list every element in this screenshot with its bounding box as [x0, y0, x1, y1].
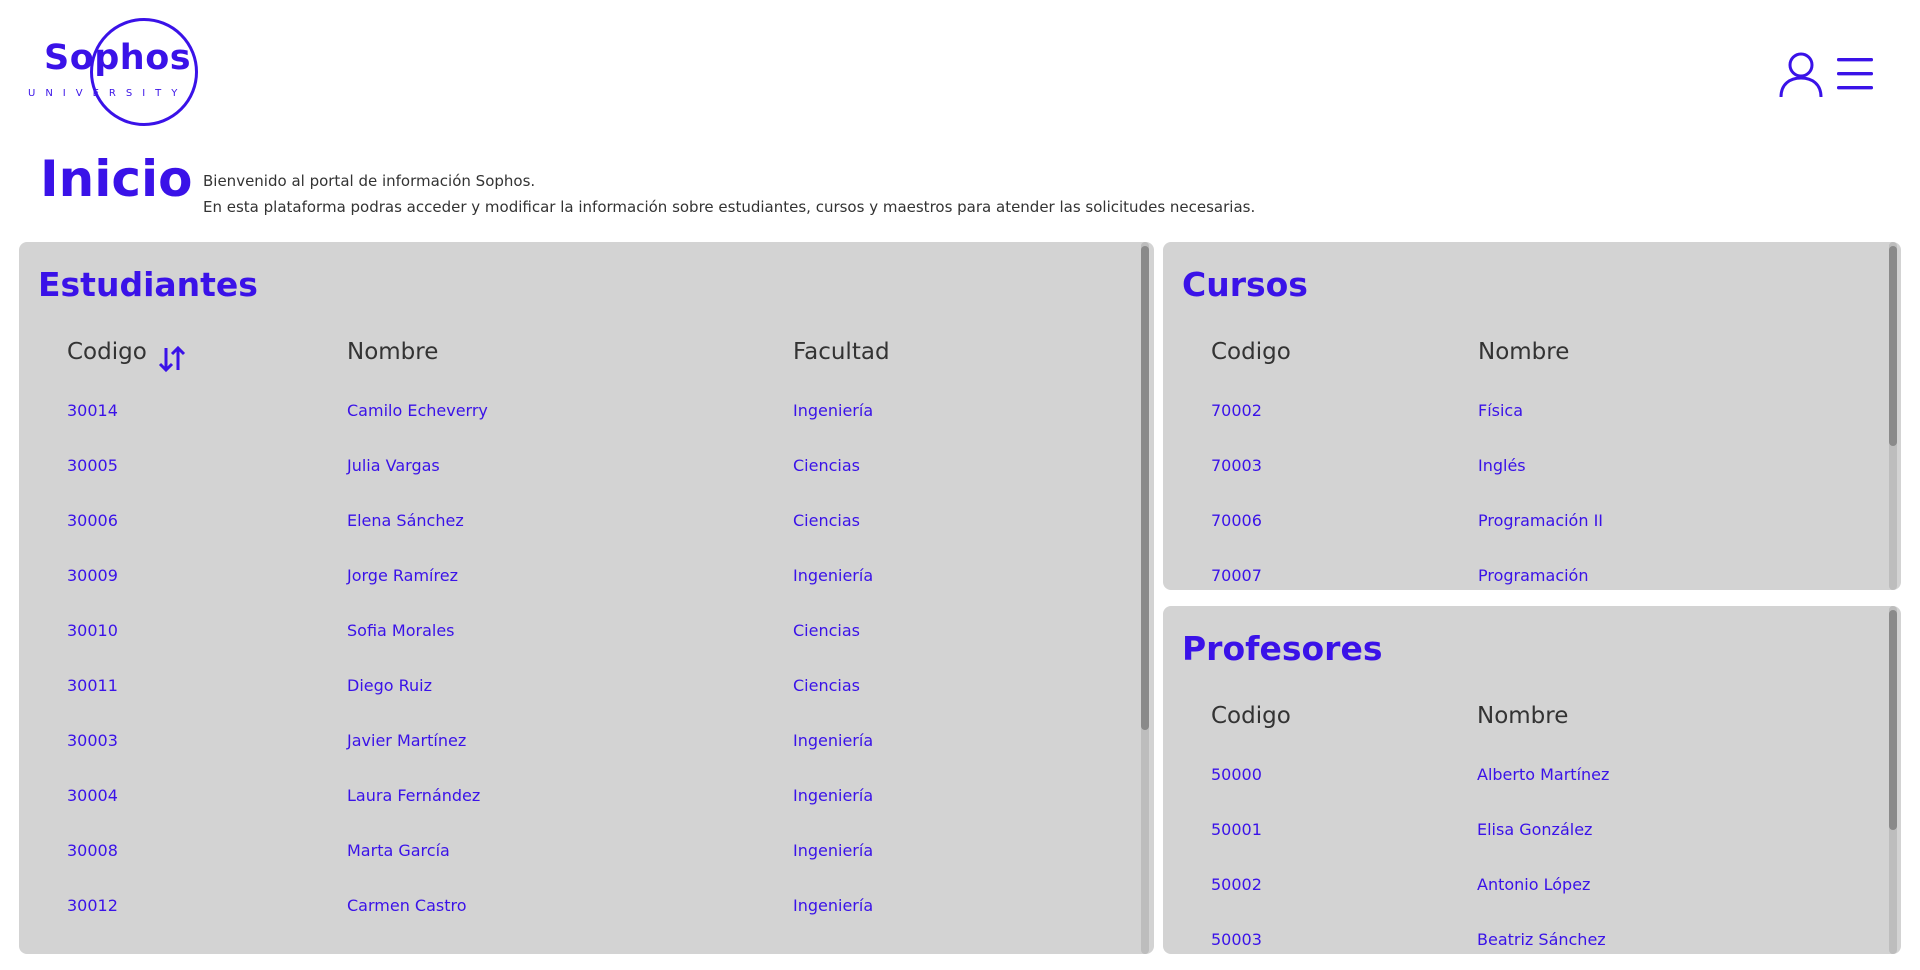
sort-arrows-icon[interactable] [158, 342, 186, 376]
teachers-cell-nombre[interactable]: Beatriz Sánchez [1477, 930, 1606, 949]
students-cell-codigo[interactable]: 30011 [67, 676, 118, 695]
students-cell-facultad[interactable]: Ingeniería [793, 896, 873, 915]
teachers-title: Profesores [1182, 629, 1383, 668]
teachers-cell-codigo[interactable]: 50001 [1211, 820, 1262, 839]
page-title: Inicio [40, 150, 193, 208]
courses-scrollbar-thumb[interactable] [1889, 246, 1897, 446]
user-icon[interactable] [1777, 50, 1825, 98]
students-header-nombre: Nombre [347, 339, 439, 365]
students-cell-codigo[interactable]: 30010 [67, 621, 118, 640]
courses-cell-nombre[interactable]: Programación [1478, 566, 1588, 585]
courses-panel: Cursos Codigo Nombre 70002 Física 70003 Ing… [1163, 242, 1901, 590]
students-panel: Estudiantes Codigo Nombre Facultad 30014… [19, 242, 1154, 954]
students-cell-codigo[interactable]: 30005 [67, 456, 118, 475]
students-cell-nombre[interactable]: Diego Ruiz [347, 676, 432, 695]
teachers-cell-codigo[interactable]: 50000 [1211, 765, 1262, 784]
students-cell-facultad[interactable]: Ingeniería [793, 786, 873, 805]
teachers-cell-nombre[interactable]: Alberto Martínez [1477, 765, 1609, 784]
students-cell-nombre[interactable]: Sofia Morales [347, 621, 455, 640]
students-cell-codigo[interactable]: 30006 [67, 511, 118, 530]
welcome-line-2: En esta plataforma podras acceder y modi… [203, 198, 1256, 216]
students-cell-facultad[interactable]: Ciencias [793, 456, 860, 475]
students-cell-codigo[interactable]: 30004 [67, 786, 118, 805]
students-cell-nombre[interactable]: Javier Martínez [347, 731, 466, 750]
teachers-cell-codigo[interactable]: 50003 [1211, 930, 1262, 949]
teachers-header-codigo: Codigo [1211, 703, 1291, 729]
teachers-scrollbar[interactable] [1889, 606, 1897, 954]
students-header-facultad: Facultad [793, 339, 890, 365]
students-cell-nombre[interactable]: Carmen Castro [347, 896, 467, 915]
students-cell-facultad[interactable]: Ciencias [793, 511, 860, 530]
students-scrollbar[interactable] [1141, 242, 1149, 954]
students-cell-codigo[interactable]: 30003 [67, 731, 118, 750]
logo-wordmark: Sophos [44, 38, 192, 78]
courses-title: Cursos [1182, 265, 1308, 304]
courses-scrollbar[interactable] [1889, 242, 1897, 590]
hamburger-menu-icon[interactable] [1836, 56, 1874, 92]
students-cell-facultad[interactable]: Ingeniería [793, 566, 873, 585]
students-cell-codigo[interactable]: 30014 [67, 401, 118, 420]
students-cell-facultad[interactable]: Ciencias [793, 676, 860, 695]
courses-cell-codigo[interactable]: 70003 [1211, 456, 1262, 475]
students-cell-facultad[interactable]: Ingeniería [793, 841, 873, 860]
welcome-text: Bienvenido al portal de información Soph… [203, 168, 1255, 220]
students-cell-nombre[interactable]: Laura Fernández [347, 786, 480, 805]
teachers-panel: Profesores Codigo Nombre 50000 Alberto Ma… [1163, 606, 1901, 954]
courses-header-nombre: Nombre [1478, 339, 1570, 365]
courses-cell-codigo[interactable]: 70007 [1211, 566, 1262, 585]
students-cell-facultad[interactable]: Ingeniería [793, 401, 873, 420]
courses-cell-nombre[interactable]: Física [1478, 401, 1523, 420]
teachers-cell-codigo[interactable]: 50002 [1211, 875, 1262, 894]
students-cell-nombre[interactable]: Elena Sánchez [347, 511, 464, 530]
courses-header-codigo: Codigo [1211, 339, 1291, 365]
students-cell-codigo[interactable]: 30009 [67, 566, 118, 585]
students-cell-nombre[interactable]: Jorge Ramírez [347, 566, 458, 585]
logo-subtitle: UNIVERSITY [28, 88, 188, 99]
students-cell-nombre[interactable]: Camilo Echeverry [347, 401, 488, 420]
courses-cell-codigo[interactable]: 70006 [1211, 511, 1262, 530]
courses-cell-nombre[interactable]: Programación II [1478, 511, 1603, 530]
welcome-line-1: Bienvenido al portal de información Soph… [203, 172, 536, 190]
teachers-cell-nombre[interactable]: Antonio López [1477, 875, 1590, 894]
students-cell-codigo[interactable]: 30008 [67, 841, 118, 860]
teachers-scrollbar-thumb[interactable] [1889, 610, 1897, 830]
students-cell-facultad[interactable]: Ingeniería [793, 731, 873, 750]
teachers-header-nombre: Nombre [1477, 703, 1569, 729]
students-cell-nombre[interactable]: Julia Vargas [347, 456, 440, 475]
courses-cell-nombre[interactable]: Inglés [1478, 456, 1526, 475]
students-scrollbar-thumb[interactable] [1141, 246, 1149, 730]
students-cell-facultad[interactable]: Ciencias [793, 621, 860, 640]
teachers-cell-nombre[interactable]: Elisa González [1477, 820, 1592, 839]
students-cell-codigo[interactable]: 30012 [67, 896, 118, 915]
students-cell-nombre[interactable]: Marta García [347, 841, 450, 860]
students-header-codigo: Codigo [67, 339, 147, 365]
sophos-logo[interactable]: Sophos UNIVERSITY [26, 18, 198, 130]
students-title: Estudiantes [38, 265, 258, 304]
courses-cell-codigo[interactable]: 70002 [1211, 401, 1262, 420]
